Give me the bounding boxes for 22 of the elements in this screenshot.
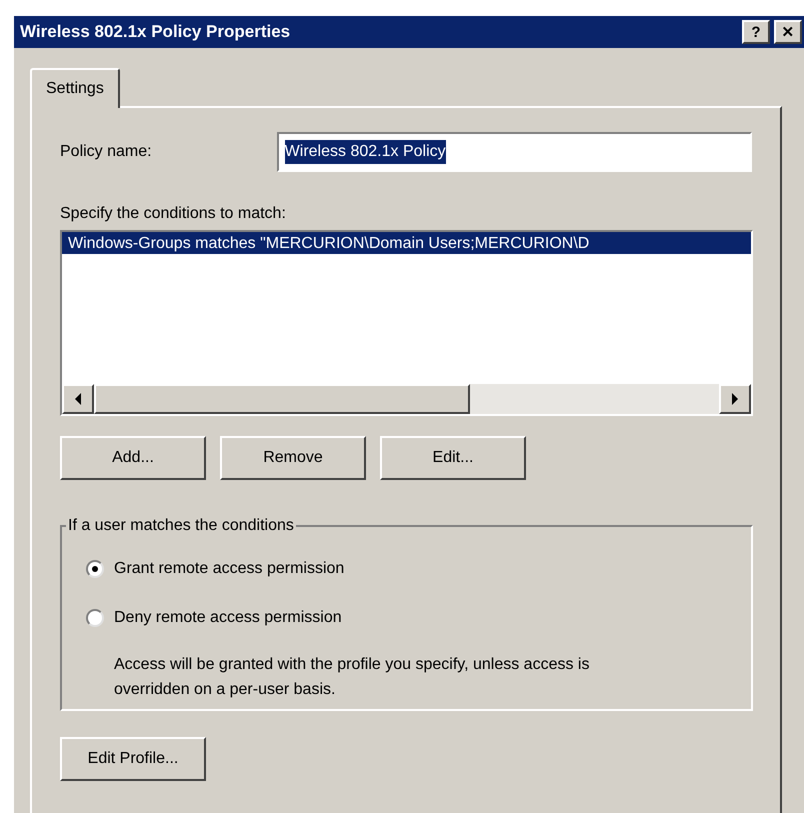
tab[interactable]: Settings — [30, 68, 120, 108]
window-title: Wireless 802.1x Policy Properties — [20, 21, 292, 44]
conditions-label: Specify the conditions to match: — [60, 204, 287, 224]
scroll-thumb[interactable] — [94, 384, 470, 414]
field-label: Policy name: — [60, 142, 153, 162]
push-button[interactable]: Edit... — [380, 436, 526, 480]
help-button[interactable]: ? — [742, 20, 770, 44]
push-button[interactable]: Edit Profile... — [60, 737, 206, 781]
radio-label[interactable]: Deny remote access permission — [114, 606, 342, 630]
note-text: Access will be granted with the profile you specify, unless access is overridden on a per-user basis. — [114, 655, 590, 700]
group-legend: If a user matches the conditions — [66, 514, 296, 538]
scroll-right-button[interactable] — [719, 384, 751, 414]
scroll-left-button[interactable] — [62, 384, 94, 414]
policy-name-field[interactable]: Wireless 802.1x Policy — [276, 132, 752, 172]
push-button[interactable]: Add... — [60, 436, 206, 480]
close-button[interactable]: ✕ — [774, 20, 802, 44]
radio-button[interactable] — [86, 560, 104, 578]
horizontal-scrollbar[interactable] — [62, 384, 751, 414]
radio-button[interactable] — [86, 608, 104, 626]
radio-label[interactable]: Grant remote access permission — [114, 556, 344, 580]
push-button[interactable]: Remove — [220, 436, 366, 480]
condition-item[interactable]: Windows-Groups matches "MERCURION\Domain Users;MERCURION\D — [62, 232, 751, 254]
